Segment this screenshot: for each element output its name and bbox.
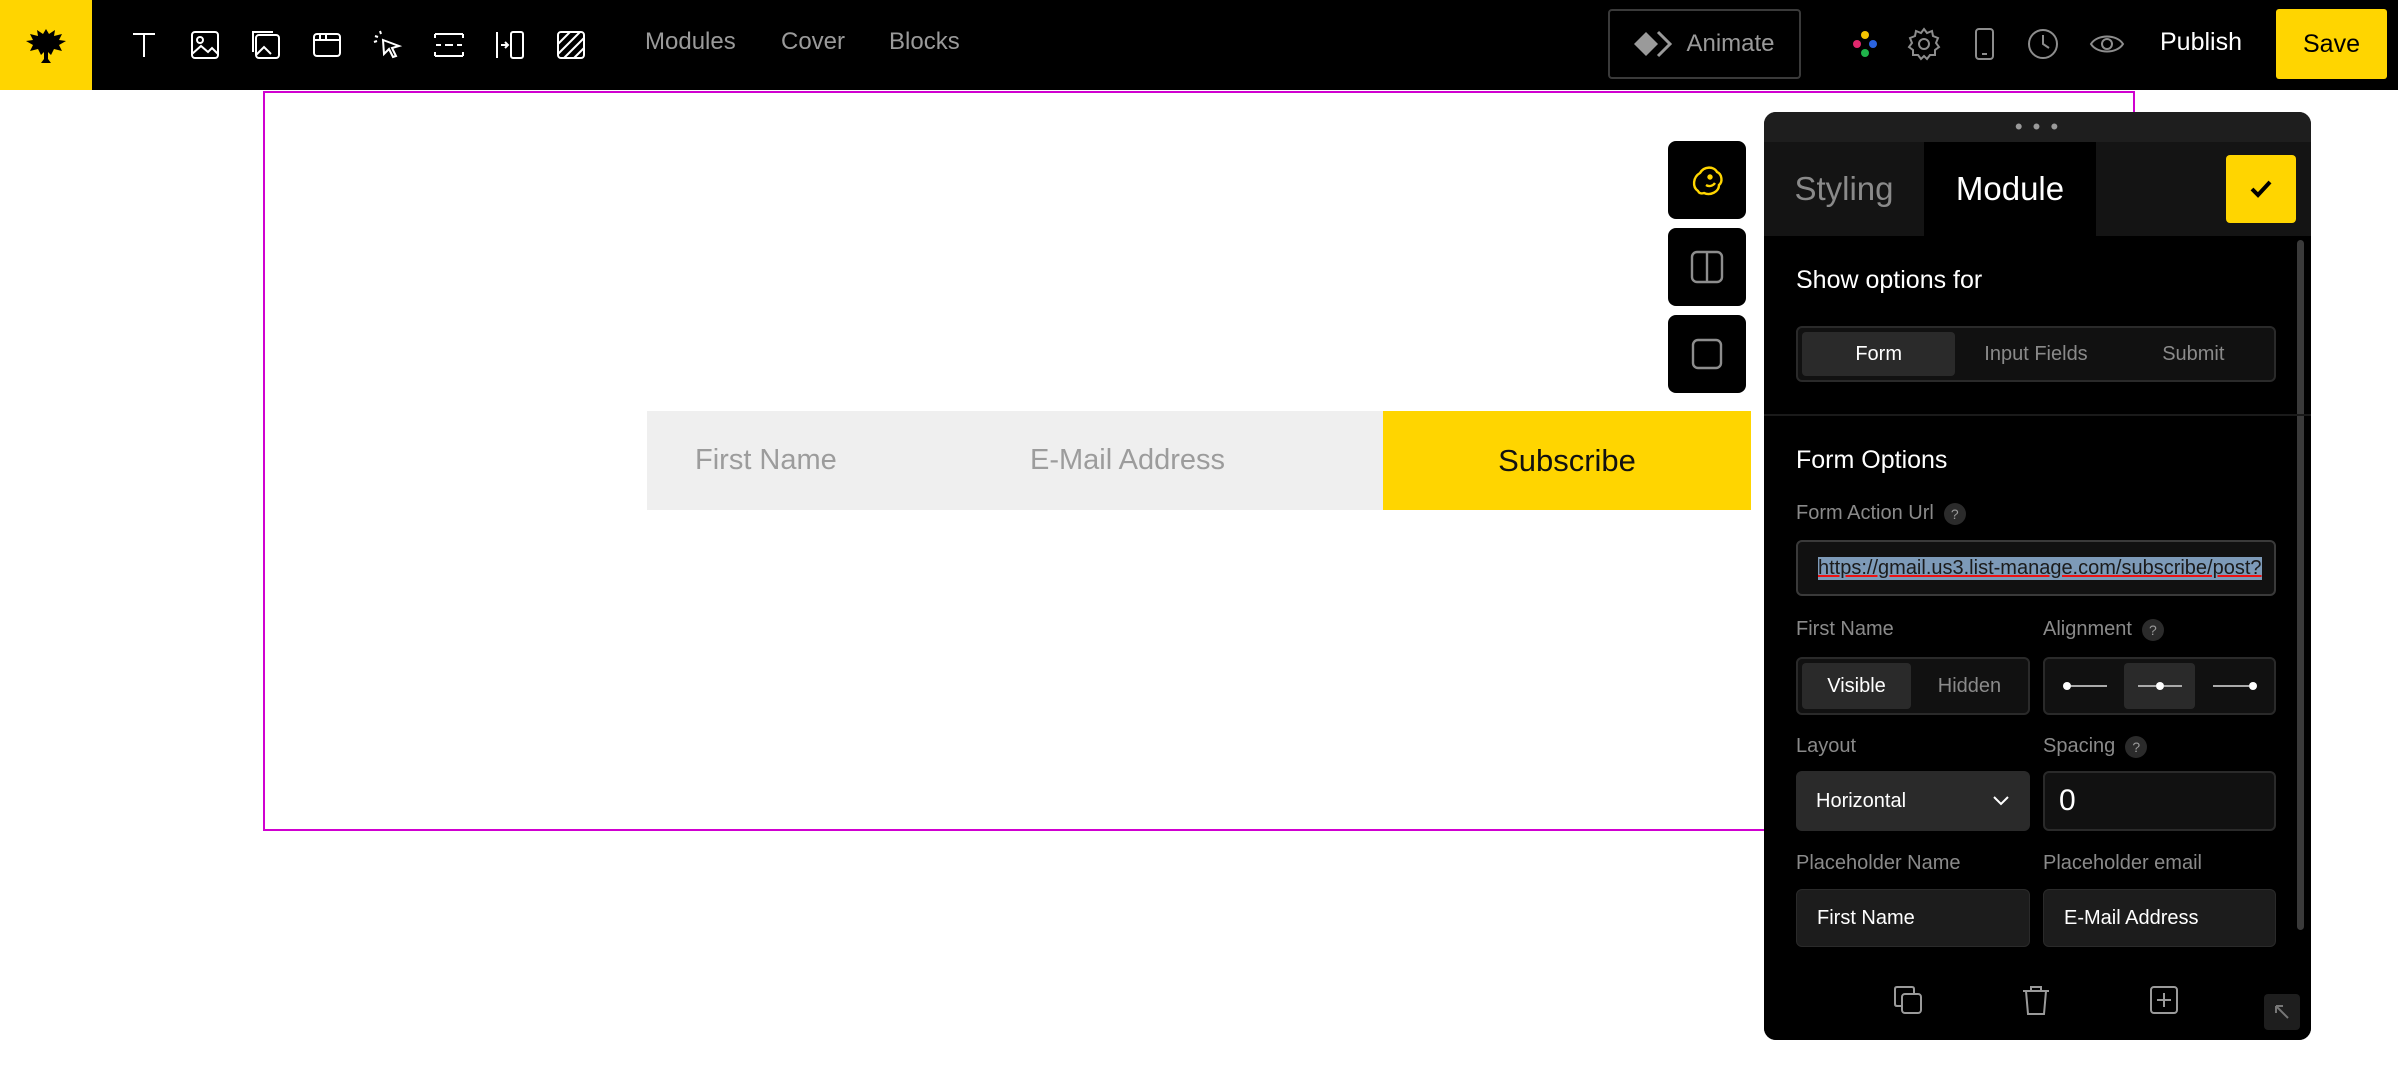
option-hidden[interactable]: Hidden <box>1915 663 2024 709</box>
newsletter-form: First Name E-Mail Address Subscribe <box>647 411 1751 510</box>
section-divider <box>1764 414 2311 416</box>
pointer-tool-icon[interactable] <box>366 23 410 67</box>
colors-icon[interactable] <box>1845 24 1885 64</box>
placeholder-name-input[interactable]: First Name <box>1796 889 2030 947</box>
column-tool-icon[interactable] <box>488 23 532 67</box>
help-icon[interactable]: ? <box>1943 502 1966 525</box>
spacing-label: Spacing? <box>2043 735 2148 758</box>
tab-styling[interactable]: Styling <box>1764 142 1924 236</box>
save-button[interactable]: Save <box>2276 9 2387 79</box>
panel-footer <box>1764 958 2311 1040</box>
image-tool-icon[interactable] <box>183 23 227 67</box>
alignment-label: Alignment? <box>2043 618 2164 641</box>
form-action-url-value: https://gmail.us3.list-manage.com/subscr… <box>1818 556 2262 580</box>
animate-button[interactable]: Animate <box>1608 9 1801 79</box>
panel-scrollbar[interactable] <box>2297 240 2304 930</box>
trash-icon[interactable] <box>2016 980 2056 1020</box>
spacer-tool-icon[interactable] <box>427 23 471 67</box>
nav-blocks[interactable]: Blocks <box>889 28 960 56</box>
spacing-input[interactable]: 0 <box>2043 771 2276 831</box>
form-action-url-input[interactable]: https://gmail.us3.list-manage.com/subscr… <box>1796 540 2276 596</box>
help-icon[interactable]: ? <box>2141 618 2164 641</box>
pattern-tool-icon[interactable] <box>549 23 593 67</box>
mobile-preview-icon[interactable] <box>1964 24 2004 64</box>
add-icon[interactable] <box>2144 980 2184 1020</box>
tab-module[interactable]: Module <box>1924 142 2096 236</box>
placeholder-email-label: Placeholder email <box>2043 852 2202 874</box>
mailchimp-icon[interactable] <box>1668 141 1746 219</box>
preview-eye-icon[interactable] <box>2087 24 2127 64</box>
nav-modules[interactable]: Modules <box>645 28 736 56</box>
eagle-logo-icon[interactable] <box>0 0 92 90</box>
history-clock-icon[interactable] <box>2023 24 2063 64</box>
help-icon[interactable]: ? <box>2125 735 2148 758</box>
columns-layout-icon[interactable] <box>1668 228 1746 306</box>
layout-label: Layout <box>1796 735 1857 757</box>
checkmark-icon <box>2250 180 2272 198</box>
animate-label: Animate <box>1686 30 1775 57</box>
option-submit[interactable]: Submit <box>2117 332 2270 376</box>
layout-select-value: Horizontal <box>1816 789 1907 812</box>
nav-cover[interactable]: Cover <box>781 28 845 56</box>
email-field[interactable]: E-Mail Address <box>1014 411 1383 510</box>
form-options-heading: Form Options <box>1796 446 1948 474</box>
module-settings-panel: • • • Styling Module Show options for Fo… <box>1764 112 2311 1040</box>
publish-button[interactable]: Publish <box>2160 28 2242 57</box>
subscribe-button[interactable]: Subscribe <box>1383 411 1751 510</box>
placeholder-email-input[interactable]: E-Mail Address <box>2043 889 2276 947</box>
chevron-down-icon <box>1993 796 2009 806</box>
first-name-visibility-toggle: Visible Hidden <box>1796 657 2030 715</box>
duplicate-icon[interactable] <box>1888 980 1928 1020</box>
first-name-label: First Name <box>1796 618 1894 640</box>
gallery-tool-icon[interactable] <box>244 23 288 67</box>
window-tool-icon[interactable] <box>305 23 349 67</box>
collapse-arrow-icon[interactable] <box>2264 994 2300 1030</box>
gear-icon[interactable] <box>1904 24 1944 64</box>
panel-drag-handle[interactable]: • • • <box>1764 112 2311 142</box>
box-outline-icon[interactable] <box>1668 315 1746 393</box>
option-visible[interactable]: Visible <box>1802 663 1911 709</box>
form-action-url-label: Form Action Url? <box>1796 502 1966 525</box>
top-toolbar: Modules Cover Blocks Animate Publish Sav… <box>0 0 2398 90</box>
placeholder-name-label: Placeholder Name <box>1796 852 1961 874</box>
align-right-icon[interactable] <box>2199 663 2270 709</box>
text-tool-icon[interactable] <box>122 23 166 67</box>
show-options-heading: Show options for <box>1796 266 1983 294</box>
animate-icon <box>1634 30 1673 58</box>
option-form[interactable]: Form <box>1802 332 1956 376</box>
align-left-icon[interactable] <box>2049 663 2120 709</box>
layout-select[interactable]: Horizontal <box>1796 771 2030 831</box>
first-name-field[interactable]: First Name <box>647 411 1014 510</box>
options-for-selector: Form Input Fields Submit <box>1796 326 2276 382</box>
alignment-selector <box>2043 657 2276 715</box>
align-center-icon[interactable] <box>2124 663 2195 709</box>
confirm-button[interactable] <box>2226 155 2296 223</box>
option-input-fields[interactable]: Input Fields <box>1959 332 2112 376</box>
